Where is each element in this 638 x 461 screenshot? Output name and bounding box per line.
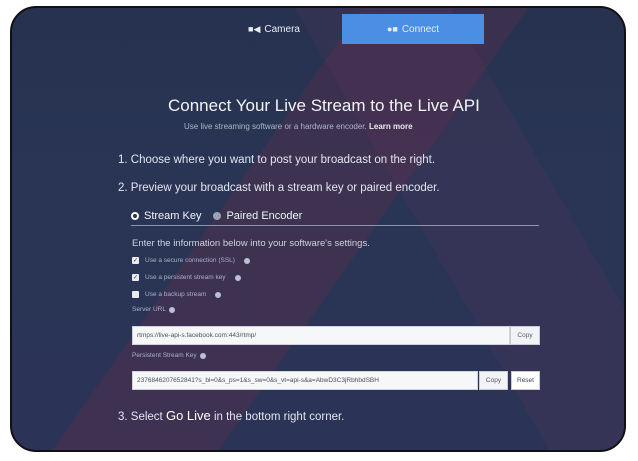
stream-key-field[interactable]: 2376846207652841?s_bl=0&s_ps=1&s_sw=0&s_…	[132, 371, 478, 390]
checkbox-unchecked-icon[interactable]	[132, 291, 139, 298]
stream-key-reset-button[interactable]: Reset	[511, 371, 540, 390]
option-ssl-label: Use a secure connection (SSL)	[145, 257, 235, 264]
mode-selector: Stream Key Paired Encoder	[131, 207, 539, 226]
stream-key-copy-button[interactable]: Copy	[479, 371, 508, 390]
step-3-suffix: in the bottom right corner.	[213, 411, 345, 423]
option-persistent-key-label: Use a persistent stream key	[145, 274, 226, 281]
tab-connect[interactable]: ●■ Connect	[342, 14, 484, 44]
server-url-label-text: Server URL	[132, 306, 166, 313]
radio-paired-encoder[interactable]: Paired Encoder	[213, 207, 302, 225]
help-icon[interactable]	[215, 291, 222, 298]
stream-key-label: Persistent Stream Key	[132, 352, 206, 359]
server-url-copy-button[interactable]: Copy	[510, 326, 540, 345]
tab-bar: ■◀ Camera ●■ Connect	[206, 14, 484, 44]
link-icon: ●■	[386, 24, 398, 34]
option-ssl[interactable]: ✓ Use a secure connection (SSL)	[132, 257, 250, 264]
radio-paired-encoder-label: Paired Encoder	[226, 210, 303, 222]
window-frame: ■◀ Camera ●■ Connect Connect Your Live S…	[10, 6, 626, 452]
stream-key-label-text: Persistent Stream Key	[132, 352, 197, 359]
step-2: 2. Preview your broadcast with a stream …	[118, 182, 440, 194]
tab-camera[interactable]: ■◀ Camera	[206, 14, 342, 44]
help-icon[interactable]	[243, 257, 250, 264]
go-live-text: Go Live	[165, 408, 211, 423]
subtitle-text: Use live streaming software or a hardwar…	[184, 122, 367, 131]
radio-selected-icon	[131, 212, 139, 220]
step-1: 1. Choose where you want to post your br…	[118, 154, 436, 166]
settings-instructions: Enter the information below into your so…	[132, 238, 370, 249]
tab-camera-label: Camera	[264, 23, 300, 35]
option-backup-stream[interactable]: Use a backup stream	[132, 291, 222, 298]
tab-connect-label: Connect	[401, 23, 440, 35]
step-3: 3. Select Go Live in the bottom right co…	[118, 408, 344, 423]
help-icon[interactable]	[199, 352, 206, 359]
help-icon[interactable]	[234, 274, 241, 281]
radio-stream-key[interactable]: Stream Key	[131, 207, 201, 225]
step-3-prefix: 3. Select	[118, 411, 163, 423]
help-icon[interactable]	[168, 306, 175, 313]
page-subtitle: Use live streaming software or a hardwar…	[184, 122, 413, 131]
option-persistent-key[interactable]: ✓ Use a persistent stream key	[132, 274, 241, 281]
page-title: Connect Your Live Stream to the Live API	[168, 96, 480, 115]
radio-unselected-icon	[213, 212, 222, 220]
checkbox-checked-icon[interactable]: ✓	[132, 274, 139, 281]
server-url-label: Server URL	[132, 306, 175, 313]
video-camera-icon: ■◀	[248, 23, 261, 34]
learn-more-link[interactable]: Learn more	[369, 122, 413, 131]
option-backup-stream-label: Use a backup stream	[145, 291, 207, 298]
checkbox-checked-icon[interactable]: ✓	[132, 257, 139, 264]
radio-stream-key-label: Stream Key	[144, 210, 202, 222]
server-url-field[interactable]: rtmps://live-api-s.facebook.com:443/rtmp…	[132, 326, 510, 345]
